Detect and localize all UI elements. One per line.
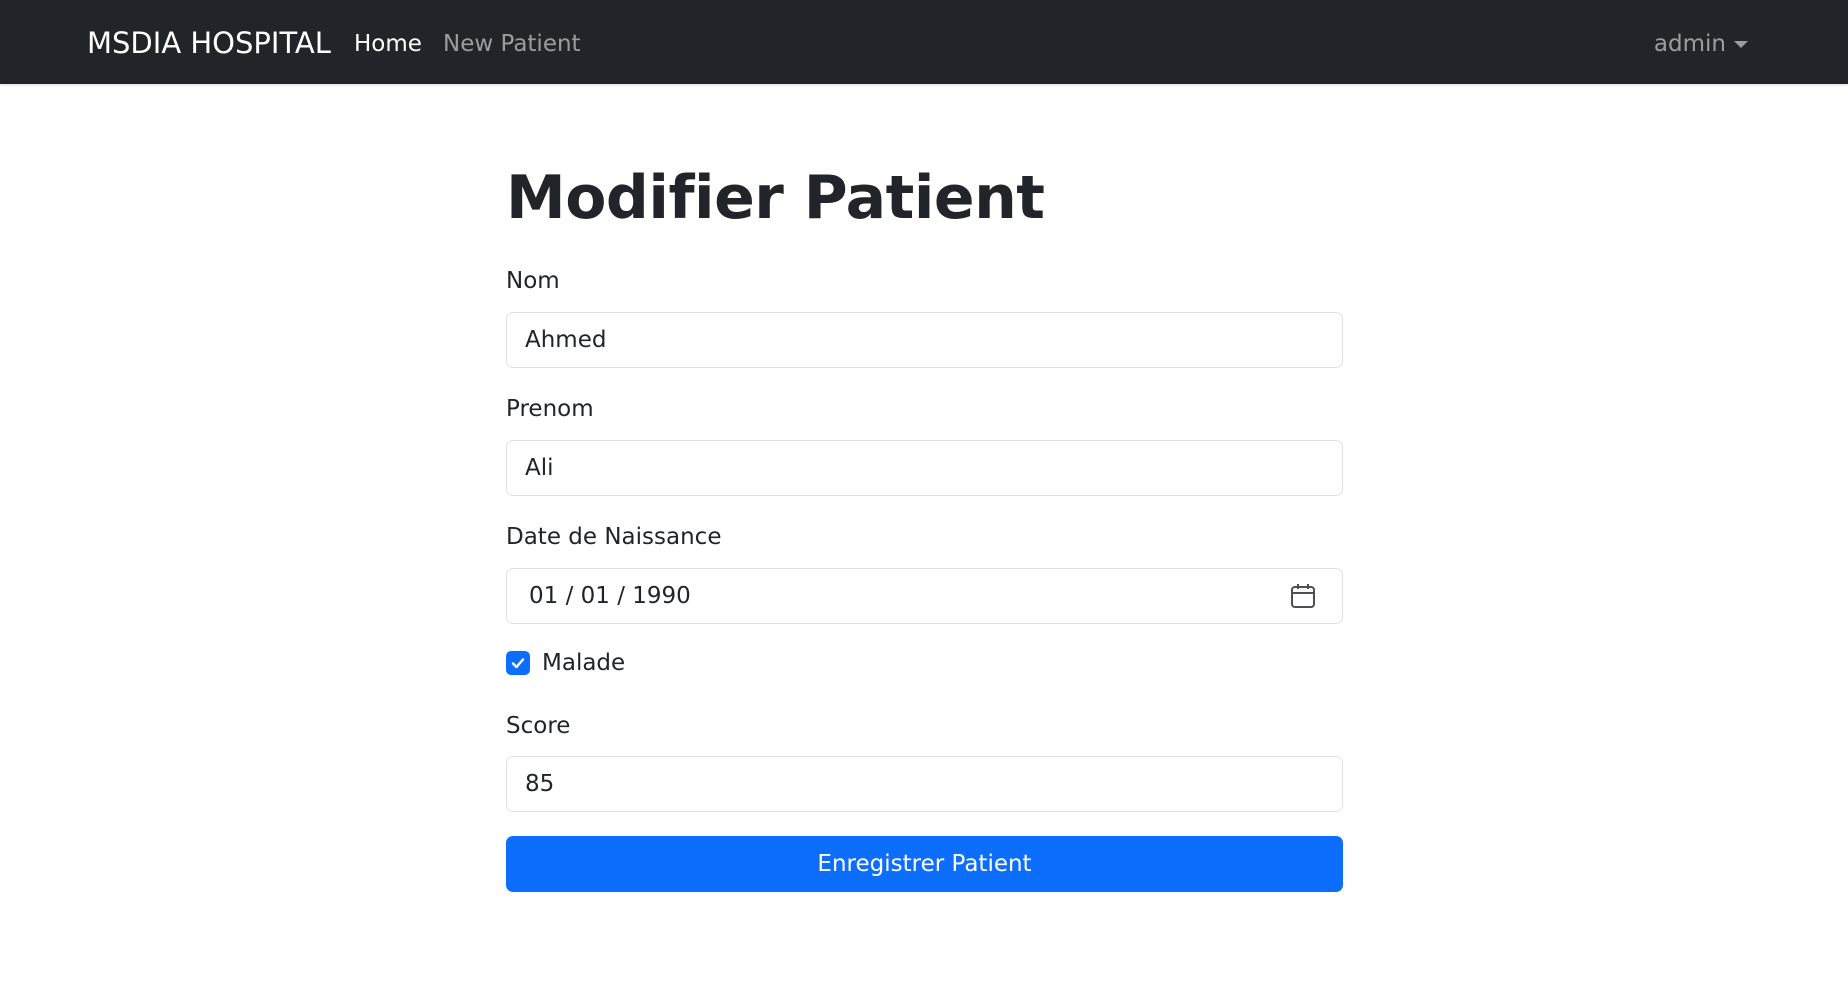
check-icon [511,658,525,669]
calendar-icon[interactable] [1290,583,1316,609]
malade-label[interactable]: Malade [542,648,625,678]
nom-input[interactable] [506,312,1343,368]
date-naissance-value: 01 / 01 / 1990 [529,583,691,609]
prenom-label: Prenom [506,396,594,422]
malade-checkbox[interactable] [506,651,530,675]
nav-link-new-patient[interactable]: New Patient [443,28,581,60]
nav-link-home[interactable]: Home [354,28,422,60]
page-title: Modifier Patient [506,163,1045,233]
save-patient-button[interactable]: Enregistrer Patient [506,836,1343,892]
top-navbar: MSDIA HOSPITAL Home New Patient admin [0,0,1848,84]
prenom-input[interactable] [506,440,1343,496]
malade-field: Malade [506,648,625,678]
score-input[interactable] [506,756,1343,812]
nom-label: Nom [506,268,560,294]
user-name: admin [1653,31,1726,57]
brand-link[interactable]: MSDIA HOSPITAL [87,24,331,62]
date-naissance-label: Date de Naissance [506,524,722,550]
score-label: Score [506,713,571,739]
caret-down-icon [1734,40,1748,48]
user-menu-toggle[interactable]: admin [1654,28,1748,60]
date-naissance-input[interactable]: 01 / 01 / 1990 [506,568,1343,624]
